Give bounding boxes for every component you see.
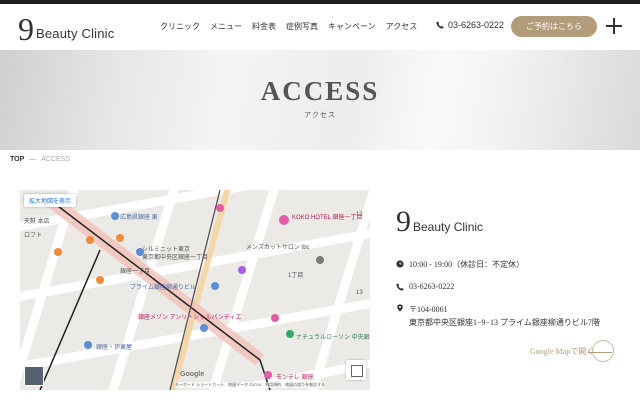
page-hero: ACCESS アクセス	[0, 50, 640, 150]
breadcrumb-current: ACCESS	[41, 156, 71, 163]
site-header: 9 Beauty Clinic クリニック メニュー 料金表 症例写真 キャンペ…	[0, 4, 640, 50]
page-subtitle: アクセス	[304, 112, 336, 119]
site-logo[interactable]: 9 Beauty Clinic	[18, 11, 115, 47]
map-label: 広島県銀座 東	[120, 215, 158, 221]
arrow-circle-icon	[592, 340, 614, 362]
arrow-line	[588, 352, 612, 353]
map-label: KOKO HOTEL 銀座一丁目	[292, 215, 363, 221]
header-phone[interactable]: 03-6263-0222	[436, 20, 504, 30]
open-google-map-link[interactable]: Google Mapで開く	[530, 340, 614, 362]
nav-clinic[interactable]: クリニック	[160, 21, 200, 32]
map-label: 1丁目	[288, 273, 304, 279]
map-label: ロフト	[24, 233, 43, 239]
clinic-hours-text: 10:00 - 19:00（休診日：不定休）	[409, 260, 525, 269]
page-title: ACCESS	[260, 76, 380, 106]
clinic-logo: 9 Beauty Clinic	[396, 205, 484, 238]
phone-icon	[396, 283, 404, 291]
main-nav: クリニック メニュー 料金表 症例写真 キャンペーン アクセス	[160, 21, 417, 32]
clock-icon	[396, 260, 404, 268]
google-map[interactable]: 拡大地図を表示 広島県銀座 東 天麩 本店 ロフト シルミニット東京 東京都中央…	[20, 190, 370, 390]
clinic-logo-mark: 9	[396, 205, 411, 238]
menu-plus-icon[interactable]	[606, 18, 622, 34]
nav-menu[interactable]: メニュー	[210, 21, 242, 32]
clinic-hours: 10:00 - 19:00（休診日：不定休）	[396, 259, 524, 270]
google-logo: Google	[180, 371, 205, 378]
map-label: 銀座・伊東屋	[96, 345, 133, 351]
nav-access[interactable]: アクセス	[386, 21, 418, 32]
reserve-button[interactable]: ご予約はこちら	[511, 16, 597, 37]
phone-icon	[436, 21, 444, 29]
nav-price[interactable]: 料金表	[252, 21, 276, 32]
map-label: モンテレ 銀座	[276, 375, 314, 381]
logo-mark: 9	[18, 11, 34, 47]
clinic-address-text: 東京都中央区銀座1−9−13 プライム銀座柳通りビル7階	[409, 318, 600, 327]
nav-campaign[interactable]: キャンペーン	[328, 21, 376, 32]
map-label: ナチュラルローソン 中央銀座一丁目店	[296, 335, 370, 341]
fullscreen-icon[interactable]	[346, 360, 366, 380]
map-block-number: 13	[356, 290, 363, 296]
clinic-zip: 〒104-0061	[409, 305, 448, 314]
location-pin-icon	[397, 304, 403, 312]
header-phone-number: 03-6263-0222	[448, 20, 505, 30]
clinic-phone[interactable]: 03-6263-0222	[396, 282, 454, 291]
open-google-map-label: Google Mapで開く	[530, 347, 595, 356]
map-enlarge-button[interactable]: 拡大地図を表示	[24, 194, 77, 207]
map-label: 天麩 本店	[24, 219, 50, 225]
breadcrumb: TOP — ACCESS	[10, 156, 70, 163]
logo-text: Beauty Clinic	[36, 26, 115, 41]
map-label: 東京都中央区銀座一丁目	[142, 255, 209, 261]
map-label: ブライム銀座柳通りビル	[130, 285, 196, 291]
nav-cases[interactable]: 症例写真	[286, 21, 318, 32]
breadcrumb-home[interactable]: TOP	[10, 156, 24, 163]
map-label: 銀座メゾン アンリ・シャルパンティエ	[138, 315, 242, 321]
map-layer-toggle[interactable]	[24, 366, 44, 386]
clinic-phone-number: 03-6263-0222	[409, 282, 455, 291]
clinic-address: 〒104-0061 東京都中央区銀座1−9−13 プライム銀座柳通りビル7階	[396, 303, 600, 329]
clinic-logo-text: Beauty Clinic	[413, 220, 484, 234]
map-label: メンズカットサロン tbc	[246, 245, 310, 251]
map-block-number: 12	[356, 212, 363, 218]
breadcrumb-separator: —	[29, 156, 37, 163]
map-footer[interactable]: キーボード ショートカット 地図データ ©2024 利用規約 地図の誤りを報告す…	[175, 382, 326, 388]
map-label: 銀座一丁目	[120, 269, 151, 275]
